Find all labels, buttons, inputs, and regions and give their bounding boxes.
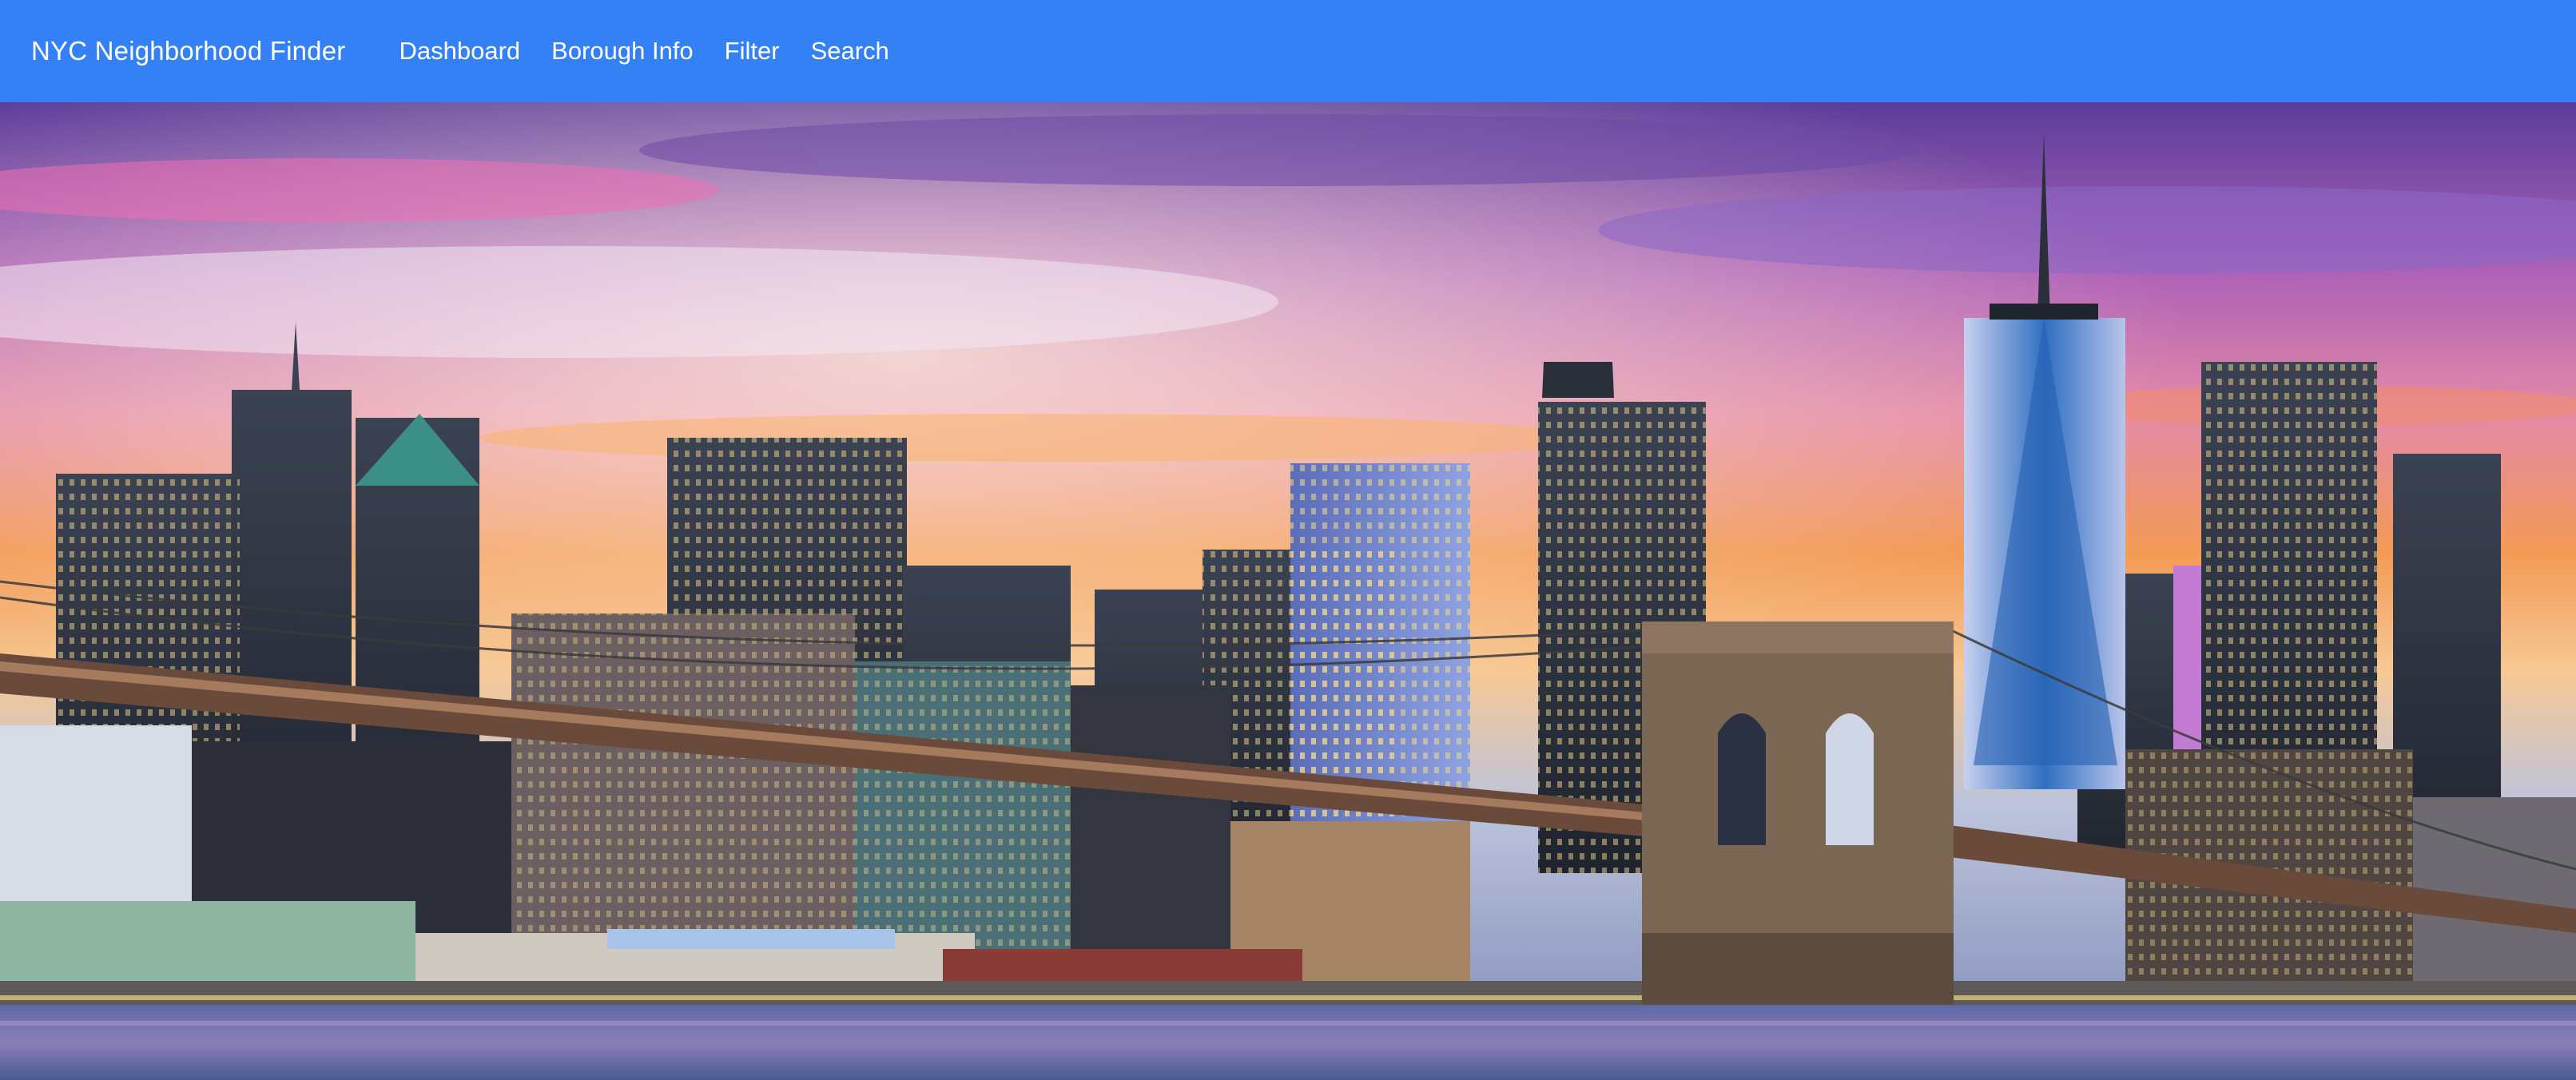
top-navbar: NYC Neighborhood Finder Dashboard Boroug… (0, 0, 2576, 102)
brand-link[interactable]: NYC Neighborhood Finder (31, 36, 345, 66)
nav-links: Dashboard Borough Info Filter Search (399, 37, 920, 66)
hero-image (0, 102, 2576, 1080)
nav-link-dashboard[interactable]: Dashboard (399, 37, 520, 66)
nav-link-filter[interactable]: Filter (725, 37, 780, 66)
nav-link-borough-info[interactable]: Borough Info (551, 37, 694, 66)
nav-link-search[interactable]: Search (811, 37, 889, 66)
skyline-illustration (0, 102, 2576, 1080)
